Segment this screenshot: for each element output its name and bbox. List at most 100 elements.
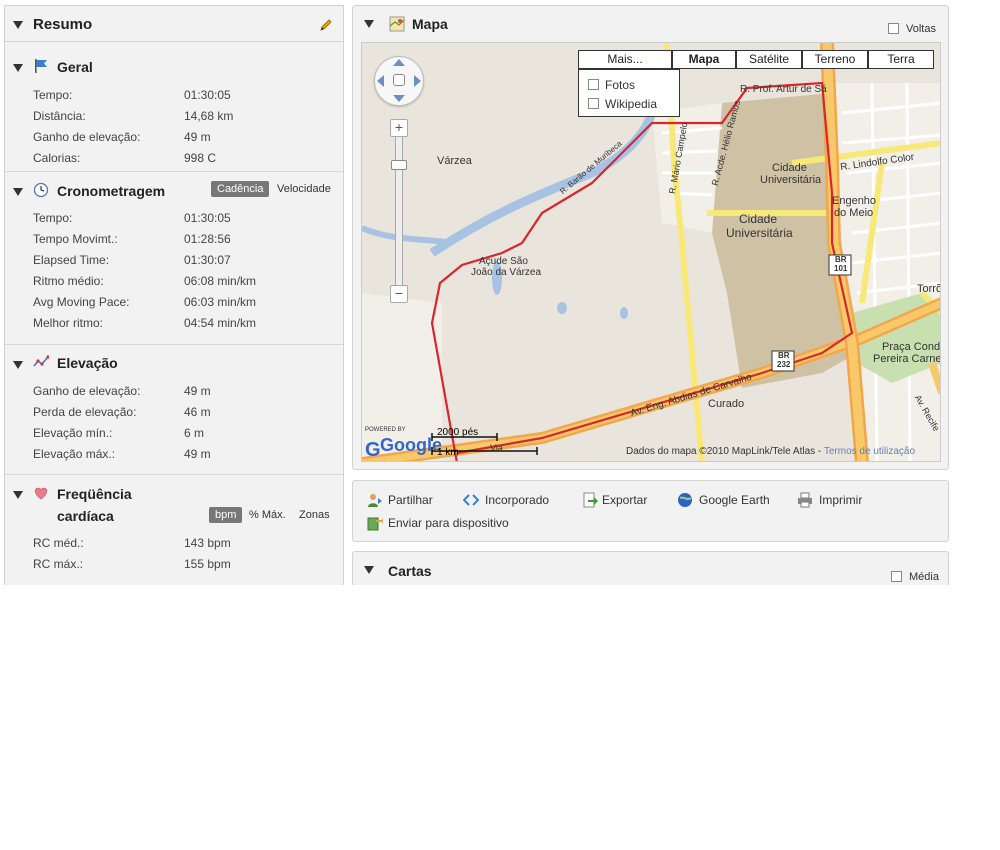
toggle-velocidade[interactable]: Velocidade (271, 181, 337, 197)
maptype-terreno[interactable]: Terreno (802, 50, 868, 69)
share-button[interactable]: Partilhar (388, 493, 433, 507)
row-label: Elevação máx.: (33, 447, 116, 461)
row-value: 49 m (184, 384, 211, 398)
copyright-text: Dados do mapa ©2010 MapLink/Tele Atlas - (626, 446, 824, 457)
embed-icon (463, 494, 479, 506)
media-checkbox[interactable] (891, 571, 902, 582)
svg-text:G: G (365, 439, 381, 461)
summary-header: Resumo (5, 6, 343, 42)
geral-row: Ganho de elevação: 49 m (33, 130, 333, 146)
send-to-device-button[interactable]: Enviar para dispositivo (388, 516, 509, 530)
elevation-chart-icon (33, 355, 49, 367)
collapse-arrow-icon[interactable] (13, 361, 23, 369)
collapse-arrow-icon[interactable] (13, 64, 23, 72)
wikipedia-checkbox[interactable] (588, 98, 599, 109)
row-value: 155 bpm (184, 557, 231, 571)
row-label: Ritmo médio: (33, 274, 104, 288)
pencil-icon[interactable] (319, 18, 333, 32)
pan-up-icon[interactable] (393, 59, 405, 66)
collapse-arrow-icon[interactable] (364, 20, 374, 28)
map-label-cidade2a: Cidade (739, 212, 778, 226)
map-label-praca2: Pereira Carne (873, 353, 941, 365)
geral-row: Tempo: 01:30:05 (33, 88, 333, 104)
elevacao-row: Elevação máx.: 49 m (33, 447, 333, 463)
pan-right-icon[interactable] (414, 75, 421, 87)
fotos-label: Fotos (605, 78, 636, 92)
pan-down-icon[interactable] (393, 95, 405, 102)
collapse-arrow-icon[interactable] (13, 188, 23, 196)
crono-row: Avg Moving Pace: 06:03 min/km (33, 295, 333, 311)
row-label: Ganho de elevação: (33, 384, 141, 398)
media-label: Média (909, 571, 939, 583)
summary-title: Resumo (33, 16, 93, 33)
map-copyright: Dados do mapa ©2010 MapLink/Tele Atlas -… (626, 446, 915, 457)
fotos-checkbox[interactable] (588, 79, 599, 90)
toggle-pct-max[interactable]: % Máx. (243, 507, 292, 523)
actions-panel: Partilhar Incorporado Exportar Google Ea… (352, 480, 949, 542)
row-label: Perda de elevação: (33, 405, 137, 419)
toggle-cadencia[interactable]: Cadência (211, 181, 270, 197)
geral-row: Distância: 14,68 km (33, 109, 333, 125)
export-button[interactable]: Exportar (602, 493, 647, 507)
section-cronometragem: Cronometragem Cadência Velocidade Tempo:… (5, 172, 343, 345)
crono-row: Tempo: 01:30:05 (33, 211, 333, 227)
print-button[interactable]: Imprimir (819, 493, 862, 507)
row-value: 49 m (184, 447, 211, 461)
elevacao-row: Ganho de elevação: 49 m (33, 384, 333, 400)
map-label-br101a: BR (835, 255, 847, 264)
scale-km: 1 km (437, 447, 459, 458)
crono-row: Ritmo médio: 06:08 min/km (33, 274, 333, 290)
row-label: Melhor ritmo: (33, 316, 104, 330)
hand-icon[interactable] (393, 74, 405, 86)
elevacao-row: Perda de elevação: 46 m (33, 405, 333, 421)
voltas-checkbox[interactable] (888, 23, 899, 34)
maptype-terra[interactable]: Terra (868, 50, 934, 69)
map-label-cidade1b: Universitária (760, 174, 822, 186)
zoom-slider-track[interactable] (395, 131, 403, 301)
fc-title-line1: Freqüência (57, 486, 132, 502)
zoom-slider-handle[interactable] (391, 160, 407, 170)
row-label: RC méd.: (33, 536, 84, 550)
map-label-cidade1a: Cidade (772, 162, 807, 174)
powered-by-label: POWERED BY (365, 427, 406, 433)
map-panel: Mapa Voltas G + − Mais... Mapa Satélite … (352, 5, 949, 470)
collapse-arrow-icon[interactable] (13, 491, 23, 499)
row-value: 49 m (184, 130, 211, 144)
google-earth-button[interactable]: Google Earth (699, 493, 770, 507)
row-value: 01:30:05 (184, 211, 231, 225)
map-label-br232b: 232 (777, 360, 791, 369)
row-value: 01:30:07 (184, 253, 231, 267)
section-geral: Geral Tempo: 01:30:05 Distância: 14,68 km … (5, 42, 343, 172)
embed-button[interactable]: Incorporado (485, 493, 549, 507)
map-canvas[interactable]: G + − Mais... Mapa Satélite Terreno Terr… (361, 42, 941, 462)
more-button[interactable]: Mais... (578, 50, 672, 69)
collapse-arrow-icon[interactable] (364, 566, 374, 574)
crono-title: Cronometragem (57, 183, 166, 199)
zoom-out-button[interactable]: − (390, 285, 408, 303)
pan-left-icon[interactable] (377, 75, 384, 87)
google-earth-icon (678, 493, 692, 507)
send-device-icon (367, 517, 383, 531)
map-label-varzea: Várzea (437, 155, 472, 167)
row-label: Elevação mín.: (33, 426, 113, 440)
map-label-curado: Curado (708, 398, 745, 410)
zoom-in-button[interactable]: + (390, 119, 408, 137)
map-label-acude1: Açude São (479, 256, 528, 267)
collapse-arrow-icon[interactable] (13, 21, 23, 29)
map-title: Mapa (412, 16, 448, 32)
summary-panel: Resumo Geral Tempo: 01:30:05 Distância: 14… (4, 5, 344, 585)
crono-row: Elapsed Time: 01:30:07 (33, 253, 333, 269)
elevacao-title: Elevação (57, 355, 118, 371)
charts-title: Cartas (388, 563, 432, 579)
toggle-zonas[interactable]: Zonas (293, 507, 336, 523)
share-icon (368, 494, 382, 507)
row-value: 01:30:05 (184, 88, 231, 102)
row-value: 01:28:56 (184, 232, 231, 246)
terms-link[interactable]: Termos de utilização (824, 446, 915, 457)
map-label-cidade2b: Universitária (726, 226, 793, 240)
maptype-mapa[interactable]: Mapa (672, 50, 736, 69)
voltas-label: Voltas (906, 23, 936, 35)
maptype-satelite[interactable]: Satélite (736, 50, 802, 69)
row-label: Ganho de elevação: (33, 130, 141, 144)
toggle-bpm[interactable]: bpm (209, 507, 243, 523)
